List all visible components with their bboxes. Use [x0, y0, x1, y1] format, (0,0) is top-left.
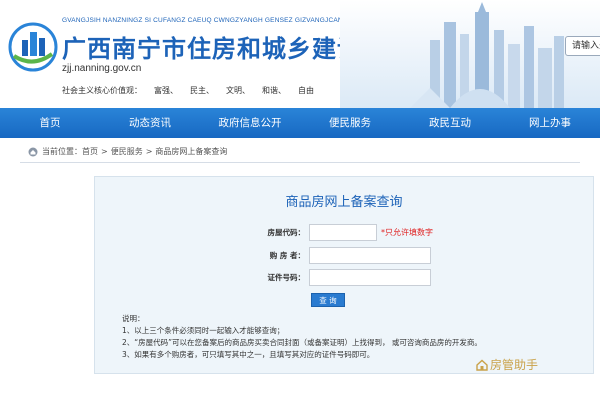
nav-item-gov-info[interactable]: 政府信息公开 [200, 108, 300, 138]
nav-item-online-office[interactable]: 网上办事 [500, 108, 600, 138]
location-icon [28, 147, 38, 156]
house-code-row: 房屋代码： *只允许填数字 [95, 223, 433, 241]
house-code-hint: *只允许填数字 [381, 227, 433, 237]
breadcrumb: 当前位置： 首页 > 便民服务 > 商品房网上备案查询 [28, 146, 227, 157]
id-label: 证件号码： [267, 272, 306, 282]
breadcrumb-current[interactable]: 商品房网上备案查询 [155, 146, 227, 157]
watermark: 房管助手 [476, 356, 538, 373]
watermark-text: 房管助手 [490, 358, 539, 372]
breadcrumb-home[interactable]: 首页 [82, 146, 98, 157]
query-panel: 商品房网上备案查询 房屋代码： *只允许填数字 购 房 者： 证件号码： 查 询… [94, 176, 594, 374]
instruction-item: 3、如果有多个购房者，可只填写其中之一，且填写其对应的证件号码即可。 [122, 350, 375, 359]
site-pinyin: GVANGJSIH NANZNINGZ SI CUFANGZ CAEUQ CWN… [62, 17, 343, 24]
nav-item-interaction[interactable]: 政民互动 [400, 108, 500, 138]
instruction-item: 1、以上三个条件必须同时一起输入才能够查询； [122, 326, 285, 335]
nav-item-services[interactable]: 便民服务 [300, 108, 400, 138]
search-box[interactable]: 请输入关键 [565, 36, 600, 56]
core-value: 富强、 [154, 86, 178, 95]
nav-item-home[interactable]: 首页 [0, 108, 100, 138]
house-icon [476, 359, 488, 371]
site-header: GVANGJSIH NANZNINGZ SI CUFANGZ CAEUQ CWN… [0, 0, 600, 108]
core-value: 自由 [298, 86, 314, 95]
nav-item-news[interactable]: 动态资讯 [100, 108, 200, 138]
breadcrumb-services[interactable]: 便民服务 [111, 146, 143, 157]
breadcrumb-separator: > [101, 147, 108, 156]
site-domain: zjj.nanning.gov.cn [62, 63, 142, 74]
core-values-label: 社会主义核心价值观： [62, 86, 142, 95]
buyer-row: 购 房 者： [95, 246, 431, 264]
search-button[interactable]: 查 询 [311, 293, 345, 307]
site-logo-icon [8, 22, 58, 72]
buyer-label: 购 房 者： [269, 250, 305, 260]
id-number-input[interactable] [309, 268, 431, 286]
core-value: 民主、 [190, 86, 214, 95]
breadcrumb-divider [20, 162, 580, 163]
core-value: 和谐、 [262, 86, 286, 95]
core-value: 文明、 [226, 86, 250, 95]
main-nav: 首页 动态资讯 政府信息公开 便民服务 政民互动 网上办事 [0, 108, 600, 138]
id-row: 证件号码： [95, 268, 431, 286]
house-code-label: 房屋代码： [267, 227, 306, 237]
breadcrumb-prefix: 当前位置： [42, 147, 82, 156]
instructions: 说明： 1、以上三个条件必须同时一起输入才能够查询； 2、“房屋代码”可以在您备… [122, 313, 482, 361]
breadcrumb-separator: > [145, 147, 153, 156]
instructions-heading: 说明： [122, 314, 145, 323]
core-values: 社会主义核心价值观： 富强、 民主、 文明、 和谐、 自由 [62, 85, 314, 96]
city-skyline-image [340, 0, 600, 108]
query-title: 商品房网上备案查询 [285, 195, 403, 210]
buyer-input[interactable] [309, 246, 431, 264]
house-code-input[interactable] [309, 223, 377, 241]
instruction-item: 2、“房屋代码”可以在您备案后的商品房买卖合同封面（或备案证明）上找得到， 或可… [122, 338, 482, 347]
